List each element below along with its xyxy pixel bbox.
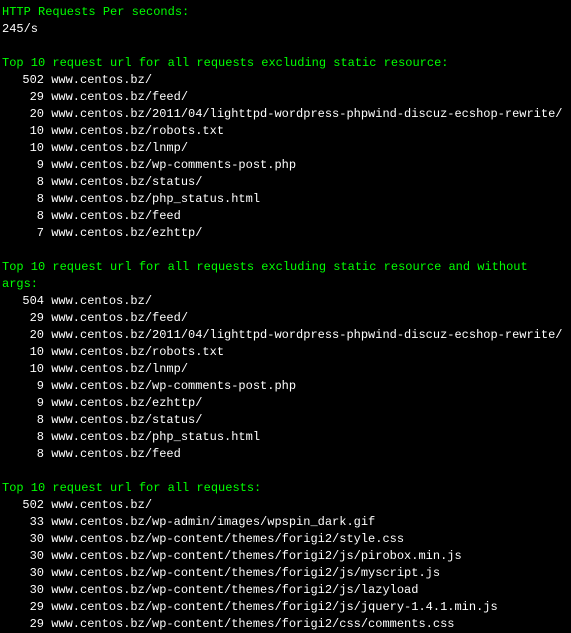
request-row: 30 www.centos.bz/wp-content/themes/forig… [2,582,569,599]
request-url: www.centos.bz/lnmp/ [51,141,188,155]
request-count: 10 [2,361,44,378]
request-url: www.centos.bz/feed/ [51,90,188,104]
request-url: www.centos.bz/wp-content/themes/forigi2/… [51,566,440,580]
request-row: 8 www.centos.bz/status/ [2,412,569,429]
request-row: 10 www.centos.bz/robots.txt [2,344,569,361]
request-row: 30 www.centos.bz/wp-content/themes/forig… [2,565,569,582]
request-row: 9 www.centos.bz/wp-comments-post.php [2,157,569,174]
request-url: www.centos.bz/ezhttp/ [51,396,202,410]
section-heading: Top 10 request url for all requests excl… [2,55,569,72]
request-count: 29 [2,599,44,616]
request-count: 8 [2,174,44,191]
request-count: 9 [2,395,44,412]
request-row: 502 www.centos.bz/ [2,72,569,89]
request-url: www.centos.bz/status/ [51,413,202,427]
request-url: www.centos.bz/robots.txt [51,345,224,359]
request-row: 10 www.centos.bz/lnmp/ [2,361,569,378]
request-row: 30 www.centos.bz/wp-content/themes/forig… [2,531,569,548]
request-count: 30 [2,565,44,582]
request-row: 7 www.centos.bz/ezhttp/ [2,225,569,242]
request-url: www.centos.bz/php_status.html [51,430,260,444]
request-url: www.centos.bz/wp-comments-post.php [51,379,296,393]
request-url: www.centos.bz/lnmp/ [51,362,188,376]
request-row: 29 www.centos.bz/wp-content/themes/forig… [2,599,569,616]
request-url: www.centos.bz/wp-content/themes/forigi2/… [51,617,454,631]
request-count: 502 [2,72,44,89]
request-count: 502 [2,497,44,514]
request-url: www.centos.bz/ [51,498,152,512]
section-heading: Top 10 request url for all requests: [2,480,569,497]
request-row: 20 www.centos.bz/2011/04/lighttpd-wordpr… [2,106,569,123]
request-row: 8 www.centos.bz/php_status.html [2,191,569,208]
request-row: 502 www.centos.bz/ [2,497,569,514]
rps-value: 245/s [2,21,569,38]
request-row: 504 www.centos.bz/ [2,293,569,310]
request-url: www.centos.bz/robots.txt [51,124,224,138]
request-count: 30 [2,582,44,599]
request-row: 29 www.centos.bz/feed/ [2,89,569,106]
request-count: 8 [2,446,44,463]
request-url: www.centos.bz/wp-content/themes/forigi2/… [51,600,497,614]
request-row: 30 www.centos.bz/wp-content/themes/forig… [2,548,569,565]
request-row: 29 www.centos.bz/feed/ [2,310,569,327]
request-url: www.centos.bz/wp-comments-post.php [51,158,296,172]
blank-line [2,463,569,480]
request-count: 29 [2,616,44,633]
request-url: www.centos.bz/2011/04/lighttpd-wordpress… [51,328,562,342]
request-row: 9 www.centos.bz/ezhttp/ [2,395,569,412]
request-count: 20 [2,327,44,344]
request-row: 9 www.centos.bz/wp-comments-post.php [2,378,569,395]
request-url: www.centos.bz/wp-content/themes/forigi2/… [51,532,404,546]
request-url: www.centos.bz/feed [51,447,181,461]
request-url: www.centos.bz/feed/ [51,311,188,325]
request-count: 30 [2,548,44,565]
request-row: 8 www.centos.bz/status/ [2,174,569,191]
request-count: 20 [2,106,44,123]
request-row: 10 www.centos.bz/lnmp/ [2,140,569,157]
request-url: www.centos.bz/php_status.html [51,192,260,206]
request-row: 8 www.centos.bz/php_status.html [2,429,569,446]
request-count: 33 [2,514,44,531]
request-count: 8 [2,191,44,208]
request-url: www.centos.bz/wp-content/themes/forigi2/… [51,583,418,597]
rps-section: HTTP Requests Per seconds: 245/s [2,4,569,38]
request-count: 30 [2,531,44,548]
request-row: 8 www.centos.bz/feed [2,208,569,225]
request-count: 8 [2,412,44,429]
request-row: 29 www.centos.bz/wp-content/themes/forig… [2,616,569,633]
request-row: 8 www.centos.bz/feed [2,446,569,463]
request-count: 9 [2,157,44,174]
request-count: 8 [2,208,44,225]
request-url: www.centos.bz/status/ [51,175,202,189]
request-count: 10 [2,140,44,157]
request-url: www.centos.bz/2011/04/lighttpd-wordpress… [51,107,562,121]
request-row: 33 www.centos.bz/wp-admin/images/wpspin_… [2,514,569,531]
request-count: 29 [2,310,44,327]
request-url: www.centos.bz/ [51,73,152,87]
blank-line [2,38,569,55]
blank-line [2,242,569,259]
request-count: 8 [2,429,44,446]
section-heading: Top 10 request url for all requests excl… [2,259,569,293]
request-row: 20 www.centos.bz/2011/04/lighttpd-wordpr… [2,327,569,344]
request-count: 7 [2,225,44,242]
request-count: 504 [2,293,44,310]
request-count: 10 [2,123,44,140]
request-url: www.centos.bz/ezhttp/ [51,226,202,240]
request-count: 9 [2,378,44,395]
request-count: 10 [2,344,44,361]
request-url: www.centos.bz/ [51,294,152,308]
rps-label: HTTP Requests Per seconds: [2,4,569,21]
request-url: www.centos.bz/feed [51,209,181,223]
request-url: www.centos.bz/wp-admin/images/wpspin_dar… [51,515,375,529]
request-count: 29 [2,89,44,106]
request-url: www.centos.bz/wp-content/themes/forigi2/… [51,549,461,563]
request-row: 10 www.centos.bz/robots.txt [2,123,569,140]
